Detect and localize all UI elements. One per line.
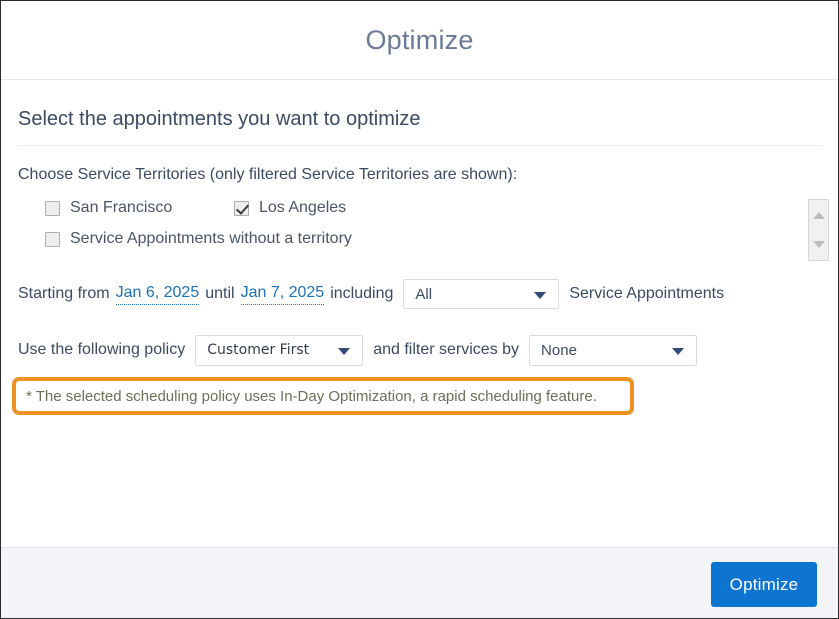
- modal-header: Optimize: [1, 1, 838, 80]
- territory-option-label: San Francisco: [70, 199, 173, 216]
- policy-label: Use the following policy: [18, 341, 186, 358]
- chevron-down-icon[interactable]: [534, 292, 547, 299]
- section-heading: Select the appointments you want to opti…: [18, 108, 421, 130]
- territories-label: Choose Service Territories (only filtere…: [18, 166, 518, 183]
- in-day-optimization-callout: * The selected scheduling policy uses In…: [12, 377, 634, 415]
- territory-list-scrollbar[interactable]: [808, 199, 829, 261]
- scroll-down-arrow-icon[interactable]: [812, 241, 825, 248]
- start-date-link[interactable]: Jan 6, 2025: [115, 283, 200, 305]
- modal-body: Select the appointments you want to opti…: [1, 81, 838, 547]
- optimize-button[interactable]: Optimize: [711, 562, 817, 607]
- filter-services-label: and filter services by: [373, 341, 520, 358]
- heading-divider: [17, 145, 823, 146]
- scheduling-policy-select[interactable]: Customer First: [195, 334, 364, 366]
- service-filter-value: None: [541, 341, 577, 359]
- policy-row: Use the following policy Customer First …: [18, 334, 698, 366]
- scheduling-policy-value: Customer First: [207, 342, 310, 358]
- page-title: Optimize: [365, 24, 474, 55]
- checkbox-checked-icon[interactable]: [234, 200, 249, 216]
- modal-footer: Optimize: [1, 547, 838, 618]
- appointment-scope-select[interactable]: All: [403, 279, 560, 309]
- including-label: including: [330, 285, 394, 302]
- optimize-modal: Optimize Select the appointments you wan…: [0, 0, 839, 619]
- territory-option-label: Los Angeles: [259, 199, 347, 216]
- territory-option-no-territory[interactable]: Service Appointments without a territory: [45, 230, 352, 248]
- checkbox-icon[interactable]: [45, 231, 60, 247]
- chevron-down-icon[interactable]: [338, 348, 351, 355]
- starting-from-label: Starting from: [18, 285, 110, 302]
- chevron-down-icon[interactable]: [672, 348, 685, 355]
- end-date-link[interactable]: Jan 7, 2025: [240, 283, 325, 305]
- territory-option-san-francisco[interactable]: San Francisco: [45, 199, 172, 217]
- service-appointments-label: Service Appointments: [569, 285, 725, 302]
- territory-checkbox-group: San Francisco Los Angeles Service Appoin…: [18, 199, 798, 257]
- service-filter-select[interactable]: None: [529, 334, 698, 366]
- territory-option-label: Service Appointments without a territory: [70, 230, 352, 247]
- territory-option-los-angeles[interactable]: Los Angeles: [234, 199, 346, 217]
- in-day-optimization-message: * The selected scheduling policy uses In…: [26, 387, 597, 405]
- until-label: until: [205, 285, 235, 302]
- checkbox-icon[interactable]: [45, 200, 60, 216]
- scroll-up-arrow-icon[interactable]: [812, 212, 825, 219]
- appointment-scope-value: All: [415, 285, 433, 303]
- date-range-row: Starting from Jan 6, 2025 until Jan 7, 2…: [18, 277, 724, 311]
